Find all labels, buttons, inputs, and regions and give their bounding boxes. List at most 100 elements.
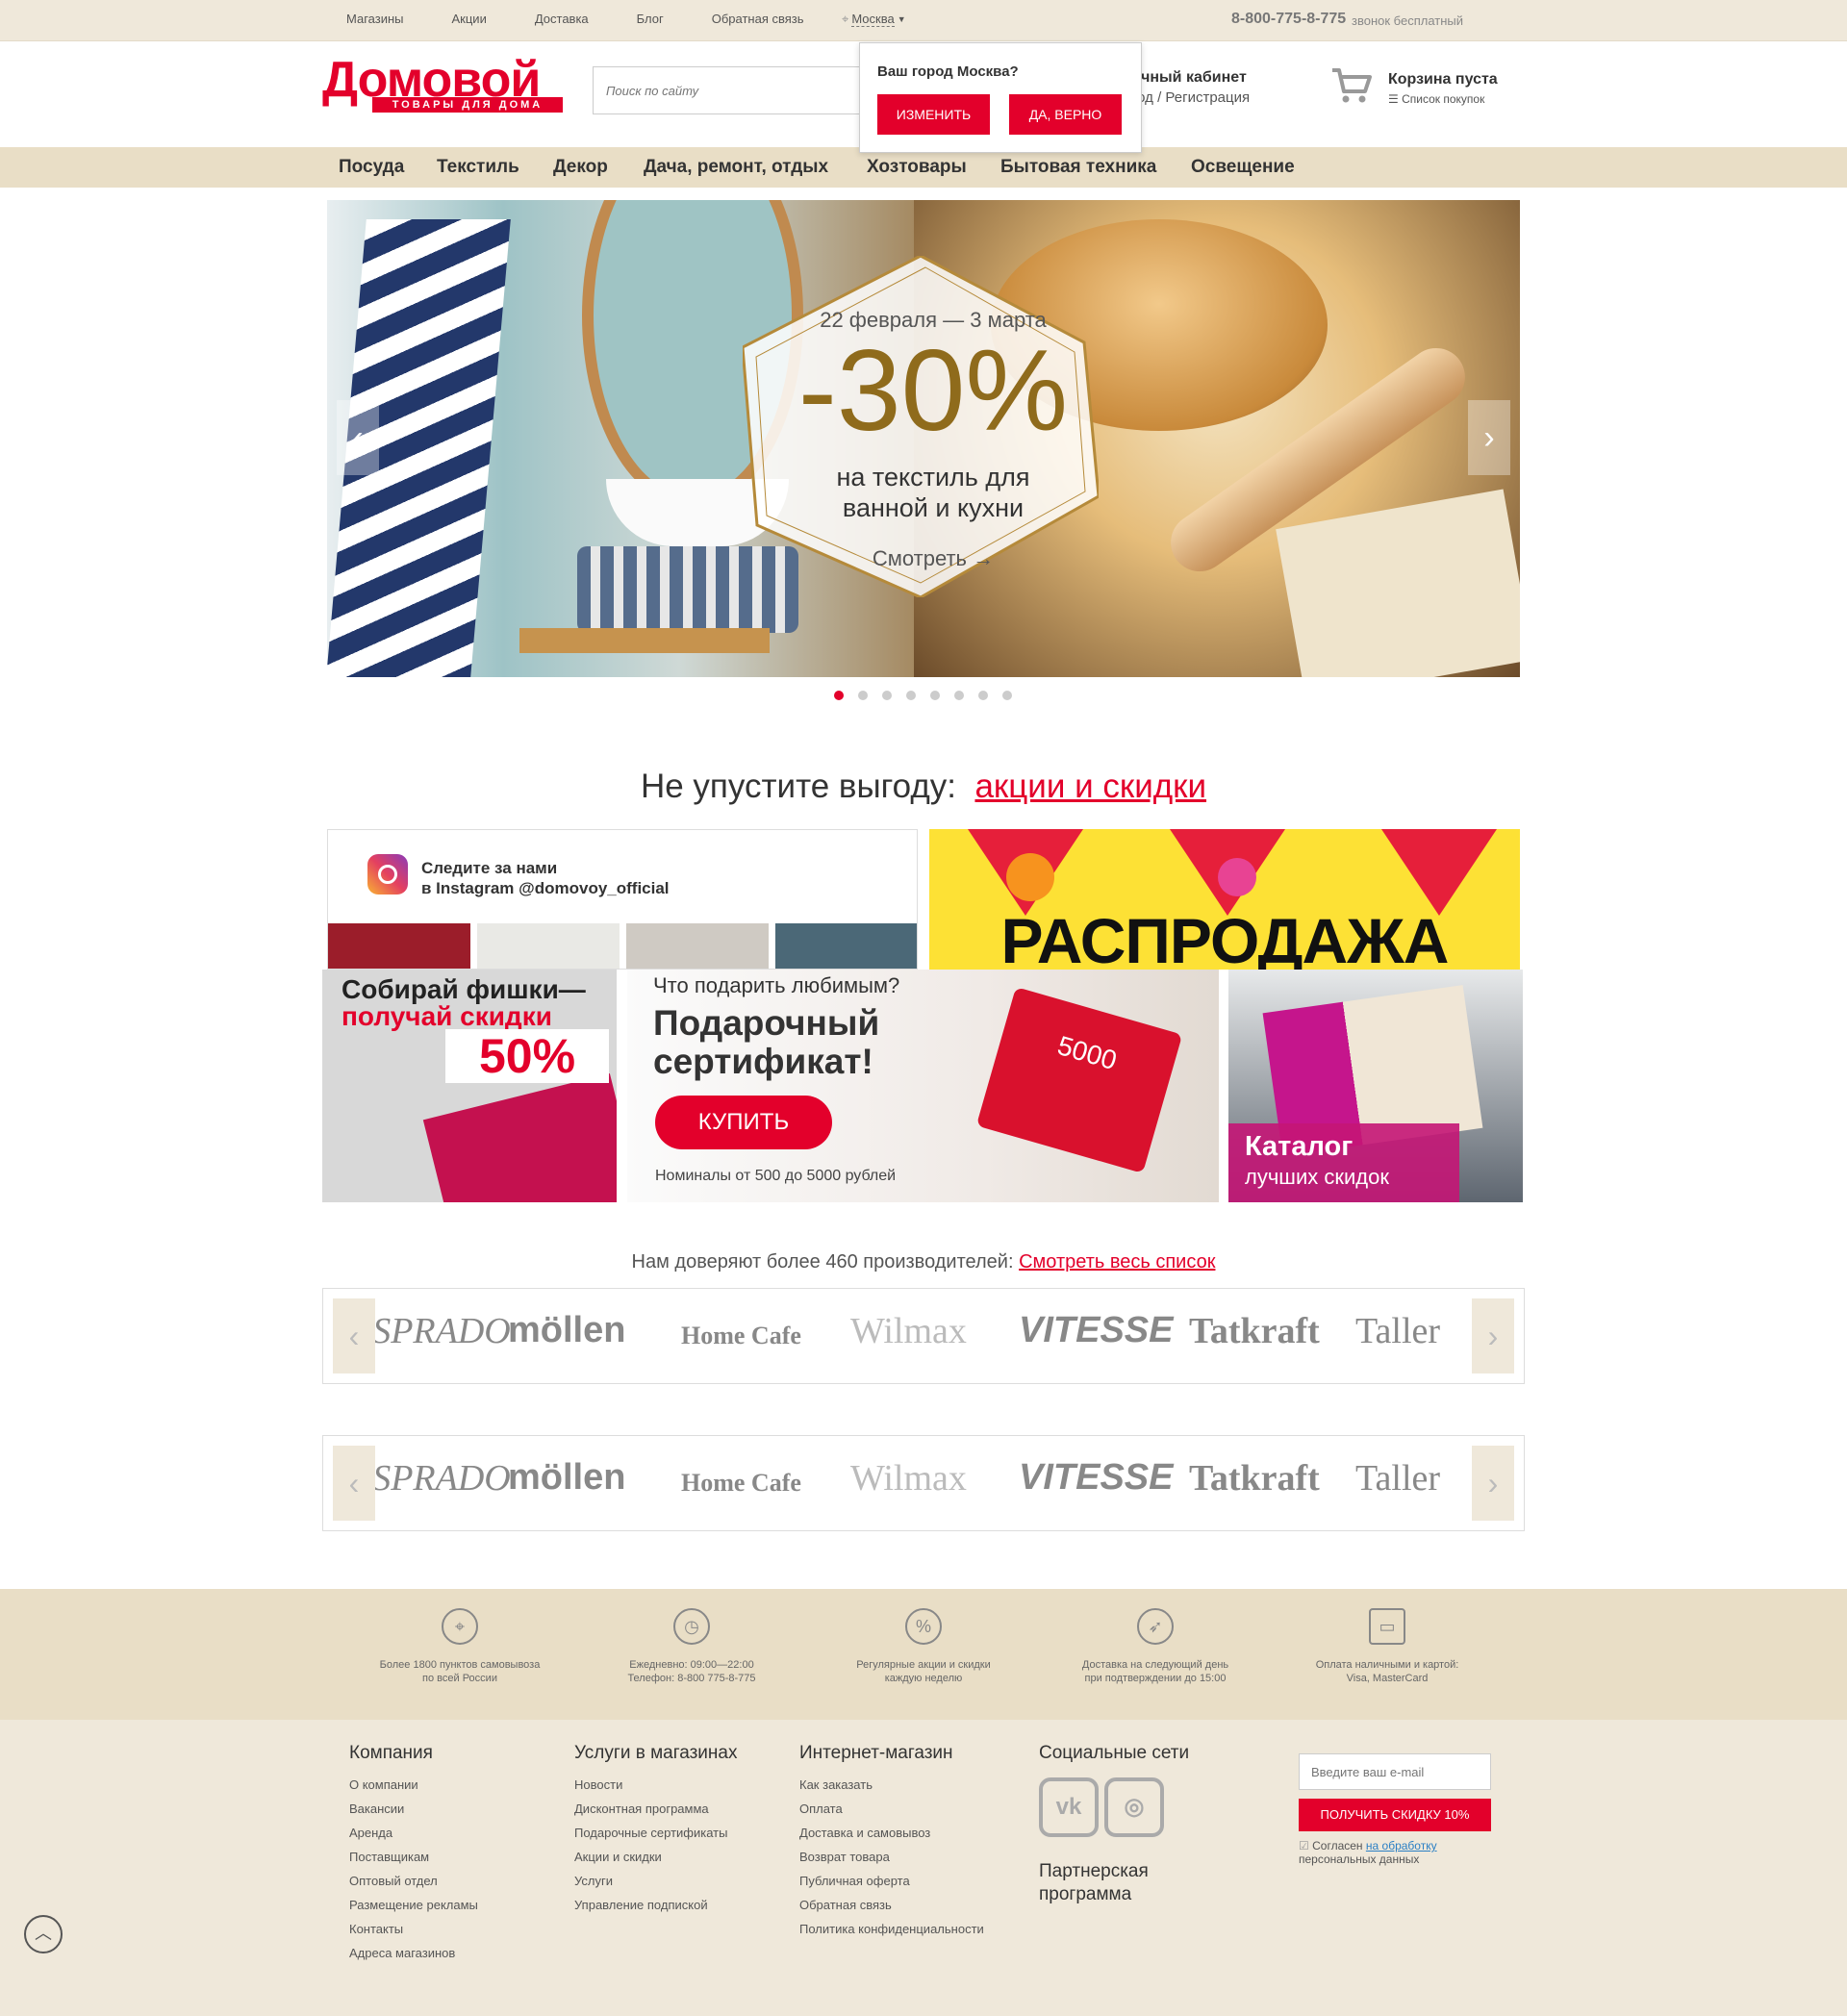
instagram-icon[interactable]: ◎ xyxy=(1104,1777,1164,1837)
footer-link[interactable]: Возврат товара xyxy=(799,1850,984,1864)
slider-dot[interactable] xyxy=(930,691,940,700)
footer-link[interactable]: Адреса магазинов xyxy=(349,1946,478,1960)
instagram-photo[interactable] xyxy=(477,923,620,969)
feature-pickup: ⌖ Более 1800 пунктов самовывоза по всей … xyxy=(344,1608,575,1685)
change-city-button[interactable]: Изменить xyxy=(877,94,990,135)
checkbox-icon[interactable]: ☑ xyxy=(1299,1839,1309,1852)
brand-logo[interactable]: Wilmax xyxy=(850,1457,967,1499)
city-selector[interactable]: ⌖ Москва ▼ xyxy=(842,12,906,27)
brand-logo[interactable]: VITESSE xyxy=(1019,1457,1174,1499)
brand-logo[interactable]: Home Cafe xyxy=(681,1322,801,1350)
footer-link[interactable]: Поставщикам xyxy=(349,1850,478,1864)
top-link-feedback[interactable]: Обратная связь xyxy=(712,12,804,26)
footer-link[interactable]: Услуги xyxy=(574,1874,737,1888)
instagram-photo[interactable] xyxy=(775,923,917,969)
footer-link[interactable]: О компании xyxy=(349,1777,478,1792)
hero-banner[interactable]: 22 февраля — 3 марта -30% на текстиль дл… xyxy=(327,200,1520,677)
sale-banner[interactable]: РАСПРОДАЖА xyxy=(929,829,1520,970)
footer-link[interactable]: Акции и скидки xyxy=(574,1850,737,1864)
consent-link[interactable]: на обработку xyxy=(1366,1839,1437,1852)
confirm-city-button[interactable]: Да, верно xyxy=(1009,94,1122,135)
nav-item-appliances[interactable]: Бытовая техника xyxy=(1000,157,1156,178)
email-box xyxy=(1299,1753,1491,1790)
top-link-promos[interactable]: Акции xyxy=(452,12,487,26)
footer-link[interactable]: Как заказать xyxy=(799,1777,984,1792)
footer-link[interactable]: Политика конфиденциальности xyxy=(799,1922,984,1936)
footer-link[interactable]: Оплата xyxy=(799,1802,984,1816)
nav-item-textile[interactable]: Текстиль xyxy=(437,157,519,178)
site-logo[interactable]: Домовой ТОВАРЫ ДЛЯ ДОМА xyxy=(322,55,563,114)
gift-certificate-banner[interactable]: Что подарить любимым? Подарочный сертифи… xyxy=(627,970,1219,1202)
instagram-icon xyxy=(367,854,408,895)
brand-logo[interactable]: Taller xyxy=(1355,1310,1440,1352)
nav-item-household[interactable]: Хозтовары xyxy=(867,157,967,178)
footer-link[interactable]: Публичная оферта xyxy=(799,1874,984,1888)
brand-logo[interactable]: Home Cafe xyxy=(681,1469,801,1498)
slider-dot[interactable] xyxy=(834,691,844,700)
slider-dot[interactable] xyxy=(954,691,964,700)
footer-link[interactable]: Размещение рекламы xyxy=(349,1898,478,1912)
brands-next-arrow[interactable]: › xyxy=(1472,1446,1514,1521)
brand-logo[interactable]: Wilmax xyxy=(850,1310,967,1352)
footer-link[interactable]: Новости xyxy=(574,1777,737,1792)
hero-next-arrow[interactable]: › xyxy=(1468,400,1510,475)
promo-heading: Не упустите выгоду: акции и скидки xyxy=(0,768,1847,806)
brand-logo[interactable]: Taller xyxy=(1355,1457,1440,1499)
nav-item-dishes[interactable]: Посуда xyxy=(339,157,404,178)
top-links: Магазины Акции Доставка Блог Обратная св… xyxy=(346,12,852,26)
brands-prev-arrow[interactable]: ‹ xyxy=(333,1446,375,1521)
search-box xyxy=(593,66,862,114)
cart-link[interactable]: Корзина пуста ☰ Список покупок xyxy=(1388,71,1498,106)
search-input[interactable] xyxy=(594,67,861,113)
phone-number[interactable]: 8-800-775-8-775 xyxy=(1231,11,1346,28)
email-input[interactable] xyxy=(1300,1754,1490,1789)
partner-program-link[interactable]: Партнерская программа xyxy=(1039,1860,1189,1906)
footer-link[interactable]: Аренда xyxy=(349,1826,478,1840)
chips-banner[interactable]: Собирай фишки— получай скидки 50% xyxy=(322,970,617,1202)
hero-cta[interactable]: Смотреть → xyxy=(654,546,1212,571)
brands-next-arrow[interactable]: › xyxy=(1472,1298,1514,1373)
footer-link[interactable]: Вакансии xyxy=(349,1802,478,1816)
vk-icon[interactable]: vk xyxy=(1039,1777,1099,1837)
gift-title-line1: Подарочный xyxy=(653,1003,880,1043)
brand-logo[interactable]: Tatkraft xyxy=(1189,1310,1320,1352)
consent-checkbox[interactable]: ☑ Согласен на обработку персональных дан… xyxy=(1299,1839,1437,1866)
chips-percent: 50% xyxy=(445,1029,609,1083)
top-link-stores[interactable]: Магазины xyxy=(346,12,404,26)
buy-certificate-button[interactable]: КУПИТЬ xyxy=(655,1096,832,1149)
footer-link[interactable]: Доставка и самовывоз xyxy=(799,1826,984,1840)
cart-icon[interactable] xyxy=(1330,66,1373,105)
footer-link[interactable]: Дисконтная программа xyxy=(574,1802,737,1816)
instagram-photo[interactable] xyxy=(626,923,769,969)
brand-logo[interactable]: VITESSE xyxy=(1019,1310,1174,1351)
footer-link[interactable]: Подарочные сертификаты xyxy=(574,1826,737,1840)
top-link-delivery[interactable]: Доставка xyxy=(535,12,589,26)
brand-logo[interactable]: möllen xyxy=(508,1457,625,1499)
footer-link[interactable]: Управление подпиской xyxy=(574,1898,737,1912)
slider-dot[interactable] xyxy=(1002,691,1012,700)
logo-subtitle: ТОВАРЫ ДЛЯ ДОМА xyxy=(372,97,563,113)
slider-dot[interactable] xyxy=(882,691,892,700)
footer-link[interactable]: Обратная связь xyxy=(799,1898,984,1912)
slider-dot[interactable] xyxy=(978,691,988,700)
slider-dot[interactable] xyxy=(858,691,868,700)
brands-list-link[interactable]: Смотреть весь список xyxy=(1019,1251,1215,1273)
footer-link[interactable]: Контакты xyxy=(349,1922,478,1936)
shopping-list-link[interactable]: ☰ Список покупок xyxy=(1388,92,1498,106)
brand-logo[interactable]: möllen xyxy=(508,1310,625,1351)
brand-logo[interactable]: Tatkraft xyxy=(1189,1457,1320,1499)
slider-dot[interactable] xyxy=(906,691,916,700)
nav-item-lighting[interactable]: Освещение xyxy=(1191,157,1295,178)
get-discount-button[interactable]: ПОЛУЧИТЬ СКИДКУ 10% xyxy=(1299,1799,1491,1831)
catalog-banner[interactable]: Каталог лучших скидок xyxy=(1228,970,1523,1202)
brands-prev-arrow[interactable]: ‹ xyxy=(333,1298,375,1373)
nav-item-garden[interactable]: Дача, ремонт, отдых xyxy=(644,157,828,178)
footer-link[interactable]: Оптовый отдел xyxy=(349,1874,478,1888)
hero-prev-arrow[interactable]: ‹ xyxy=(337,400,379,475)
nav-item-decor[interactable]: Декор xyxy=(553,157,608,178)
scroll-to-top-button[interactable]: ︿ xyxy=(24,1915,63,1953)
instagram-photo[interactable] xyxy=(328,923,470,969)
top-link-blog[interactable]: Блог xyxy=(637,12,664,26)
instagram-banner[interactable]: Следите за нами в Instagram @domovoy_off… xyxy=(327,829,918,970)
promo-heading-link[interactable]: акции и скидки xyxy=(974,768,1206,805)
